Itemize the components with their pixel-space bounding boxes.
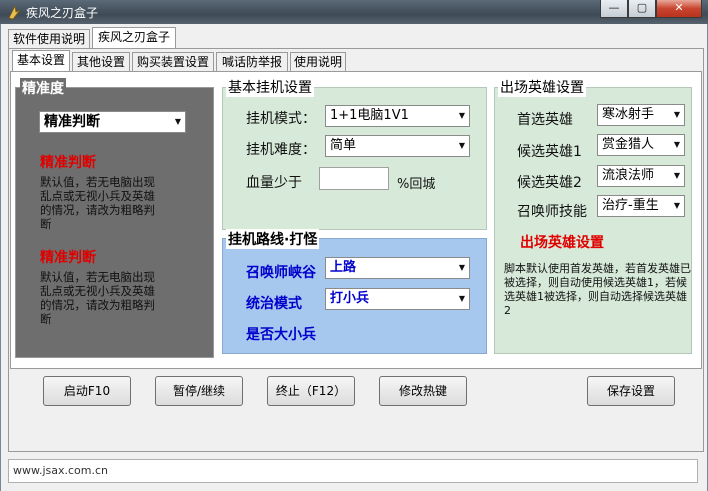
alt-hero-1-label: 候选英雄1 (517, 144, 582, 160)
map-select[interactable]: 上路 ▼ (325, 257, 470, 279)
route-title: 挂机路线·打怪 (226, 229, 320, 249)
hero-red-heading: 出场英雄设置 (520, 235, 604, 251)
hero-title: 出场英雄设置 (498, 77, 586, 97)
accuracy-desc-2: 默认值，若无电脑出现乱点或无视小兵及英雄的情况，请改为粗略判断 (40, 270, 155, 326)
chevron-down-icon: ▼ (458, 263, 465, 272)
difficulty-select[interactable]: 简单 ▼ (325, 135, 470, 157)
window-title: 疾风之刃盒子 (26, 6, 99, 20)
chevron-down-icon: ▼ (458, 294, 465, 303)
accuracy-heading-1: 精准判断 (40, 155, 96, 171)
chevron-down-icon: ▼ (673, 140, 680, 149)
alt-hero-2-select[interactable]: 流浪法师 ▼ (597, 165, 685, 187)
tab-box[interactable]: 疾风之刃盒子 (92, 27, 176, 49)
summoner-skill-select[interactable]: 治疗-重生 ▼ (597, 195, 685, 217)
summoner-skill-select-value: 治疗-重生 (602, 198, 659, 213)
maximize-button[interactable]: ▢ (628, 0, 656, 18)
status-bar-url: www.jsax.com.cn (8, 459, 698, 483)
chevron-down-icon: ▼ (673, 201, 680, 210)
alt-hero-1-select-value: 赏金猎人 (602, 137, 655, 152)
tab-usage[interactable]: 使用说明 (290, 52, 346, 72)
chevron-down-icon: ▼ (174, 117, 181, 126)
start-button[interactable]: 启动F10 (43, 376, 131, 406)
hero-desc: 脚本默认使用首发英雄，若首发英雄已被选择，则自动使用候选英雄1，若候选英雄1被选… (504, 262, 691, 317)
alt-hero-1-select[interactable]: 赏金猎人 ▼ (597, 134, 685, 156)
tab-basic-settings[interactable]: 基本设置 (12, 50, 70, 72)
accuracy-select-value: 精准判断 (44, 114, 100, 130)
dominate-mode-select-value: 打小兵 (330, 291, 370, 306)
chevron-down-icon: ▼ (673, 110, 680, 119)
accuracy-heading-2: 精准判断 (40, 250, 96, 266)
hp-threshold-input[interactable] (319, 167, 389, 190)
pause-button[interactable]: 暂停/继续 (155, 376, 243, 406)
first-hero-label: 首选英雄 (517, 112, 573, 128)
tab-software-guide[interactable]: 软件使用说明 (8, 29, 90, 49)
dominate-mode-select[interactable]: 打小兵 ▼ (325, 288, 470, 310)
alt-hero-2-label: 候选英雄2 (517, 175, 582, 191)
summoner-skill-label: 召唤师技能 (517, 204, 587, 220)
accuracy-select[interactable]: 精准判断 ▼ (39, 111, 186, 133)
save-settings-button[interactable]: 保存设置 (587, 376, 675, 406)
mode-select[interactable]: 1+1电脑1V1 ▼ (325, 105, 470, 127)
mode-label: 挂机模式： (246, 111, 316, 127)
difficulty-select-value: 简单 (330, 138, 357, 153)
chevron-down-icon: ▼ (673, 171, 680, 180)
alt-hero-2-select-value: 流浪法师 (602, 168, 655, 183)
basic-settings-title: 基本挂机设置 (226, 77, 314, 97)
app-icon (8, 4, 21, 20)
hp-label: 血量少于 (246, 175, 302, 191)
tab-chat-anti-report[interactable]: 喊话防举报 (216, 52, 288, 72)
modify-hotkey-button[interactable]: 修改热键 (379, 376, 467, 406)
tab-other-settings[interactable]: 其他设置 (72, 52, 130, 72)
map-select-value: 上路 (330, 260, 357, 275)
big-minion-label: 是否大小兵 (246, 327, 316, 343)
tab-purchase-settings[interactable]: 购买装置设置 (132, 52, 214, 72)
first-hero-select[interactable]: 寒冰射手 ▼ (597, 104, 685, 126)
accuracy-title: 精准度 (20, 78, 66, 98)
chevron-down-icon: ▼ (458, 141, 465, 150)
chevron-down-icon: ▼ (458, 111, 465, 120)
minimize-button[interactable]: — (600, 0, 628, 18)
mode-select-value: 1+1电脑1V1 (330, 108, 409, 123)
dominate-mode-label: 统治模式 (246, 296, 302, 312)
stop-button[interactable]: 终止（F12） (267, 376, 355, 406)
hp-suffix-label: %回城 (397, 177, 436, 192)
first-hero-select-value: 寒冰射手 (602, 107, 655, 122)
map-label: 召唤师峡谷 (246, 265, 316, 281)
difficulty-label: 挂机难度： (246, 142, 316, 158)
accuracy-desc-1: 默认值，若无电脑出现乱点或无视小兵及英雄的情况，请改为粗略判断 (40, 175, 155, 231)
close-button[interactable]: ✕ (656, 0, 702, 18)
